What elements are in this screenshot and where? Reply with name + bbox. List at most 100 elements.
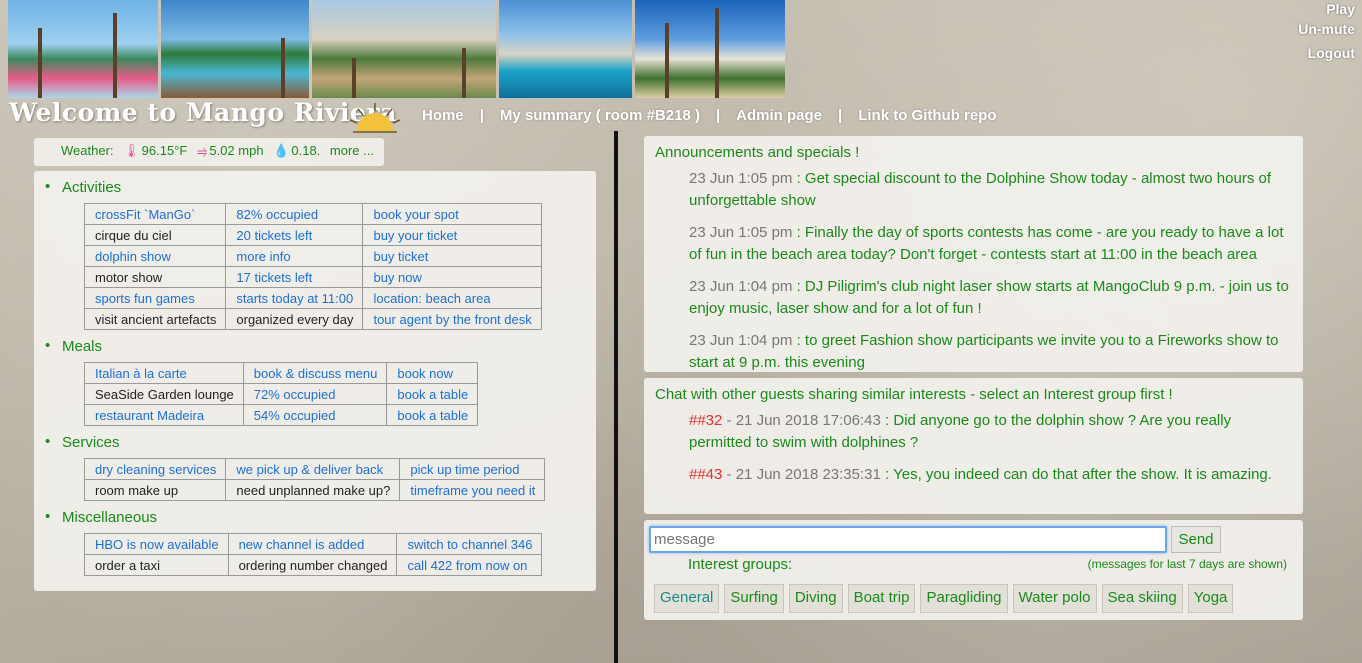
- activity-name[interactable]: crossFit `ManGo`: [83, 203, 227, 225]
- tab-general[interactable]: General: [654, 584, 720, 613]
- interest-group-tabs: General Surfing Diving Boat trip Paragli…: [654, 584, 1234, 613]
- meal-status[interactable]: book & discuss menu: [242, 362, 388, 384]
- meal-name: SeaSide Garden lounge: [84, 383, 244, 405]
- announcements-title: Announcements and specials !: [655, 144, 860, 161]
- sun-icon: [349, 103, 401, 133]
- chat-user-id: ##32: [689, 412, 723, 429]
- meal-status[interactable]: 54% occupied: [242, 404, 388, 426]
- section-activities-title: Activities: [45, 178, 121, 196]
- tab-boat-trip[interactable]: Boat trip: [847, 584, 916, 613]
- activity-status[interactable]: 82% occupied: [225, 203, 364, 225]
- message-composer: Send Interest groups: (messages for last…: [644, 520, 1303, 620]
- resort-photo: [499, 0, 632, 98]
- announcement-item: 23 Jun 1:05 pm : Get special discount to…: [689, 170, 1272, 209]
- meal-action[interactable]: book now: [386, 362, 479, 384]
- nav-github[interactable]: Link to Github repo: [858, 107, 996, 124]
- misc-action[interactable]: call 422 from now on: [396, 554, 543, 576]
- send-button[interactable]: Send: [1171, 526, 1221, 553]
- chat-message: ##32 - 21 Jun 2018 17:06:43 : Did anyone…: [689, 412, 1232, 451]
- misc-name[interactable]: HBO is now available: [84, 533, 229, 555]
- misc-status: ordering number changed: [227, 554, 398, 576]
- service-name: room make up: [83, 479, 227, 501]
- nav-admin[interactable]: Admin page: [736, 107, 822, 124]
- weather-more-link[interactable]: more ...: [330, 143, 374, 158]
- table-row: motor show 17 tickets left buy now: [83, 266, 542, 288]
- site-title: Welcome to Mango Riviera: [9, 98, 397, 127]
- table-row: room make up need unplanned make up? timef…: [83, 479, 546, 501]
- meal-name[interactable]: restaurant Madeira: [84, 404, 244, 426]
- misc-name: order a taxi: [84, 554, 229, 576]
- activity-status[interactable]: 20 tickets left: [225, 224, 364, 246]
- media-controls: Play Un-mute Logout: [1298, 0, 1355, 61]
- activity-action[interactable]: location: beach area: [362, 287, 542, 309]
- play-button[interactable]: Play: [1298, 1, 1355, 17]
- weather-rain: 0.18.: [291, 143, 321, 158]
- service-status: need unplanned make up?: [225, 479, 401, 501]
- resort-photo: [8, 0, 158, 98]
- chat-time: 21 Jun 2018 17:06:43: [735, 412, 881, 429]
- nav-my-summary[interactable]: My summary ( room #B218 ): [500, 107, 700, 124]
- tab-paragliding[interactable]: Paragliding: [920, 584, 1008, 613]
- chat-panel[interactable]: Chat with other guests sharing similar i…: [644, 378, 1303, 514]
- main-nav: Home | My summary ( room #B218 ) | Admin…: [422, 107, 997, 124]
- resort-photo: [635, 0, 785, 98]
- activity-status[interactable]: more info: [225, 245, 364, 267]
- nav-separator: |: [838, 107, 843, 124]
- message-input[interactable]: [649, 526, 1167, 553]
- meal-action[interactable]: book a table: [386, 404, 479, 426]
- service-status[interactable]: we pick up & deliver back: [225, 458, 401, 480]
- tab-diving[interactable]: Diving: [788, 584, 843, 613]
- table-row: sports fun games starts today at 11:00 loc…: [83, 287, 542, 309]
- unmute-button[interactable]: Un-mute: [1298, 21, 1355, 37]
- table-row: cirque du ciel 20 tickets left buy your ti…: [83, 224, 542, 246]
- table-row: restaurant Madeira 54% occupied book a tab…: [84, 404, 479, 426]
- resort-photo: [312, 0, 496, 98]
- section-services-title: Services: [45, 433, 119, 451]
- activity-status[interactable]: 17 tickets left: [225, 266, 364, 288]
- raindrop-icon: 💧: [273, 143, 290, 158]
- activity-name: cirque du ciel: [83, 224, 227, 246]
- activity-action[interactable]: buy now: [362, 266, 542, 288]
- resort-photo: [161, 0, 309, 98]
- activity-action[interactable]: book your spot: [362, 203, 542, 225]
- tab-yoga[interactable]: Yoga: [1187, 584, 1234, 613]
- nav-home[interactable]: Home: [422, 107, 464, 124]
- weather-wind: 5.02 mph: [209, 143, 264, 158]
- tab-water-polo[interactable]: Water polo: [1012, 584, 1097, 613]
- service-name[interactable]: dry cleaning services: [83, 458, 227, 480]
- activity-name: visit ancient artefacts: [83, 308, 227, 330]
- photo-strip: [8, 0, 785, 98]
- announcement-item: 23 Jun 1:04 pm : to greet Fashion show p…: [689, 332, 1279, 371]
- chat-time: 21 Jun 2018 23:35:31: [735, 466, 881, 483]
- misc-action[interactable]: switch to channel 346: [396, 533, 543, 555]
- activity-action[interactable]: tour agent by the front desk: [362, 308, 542, 330]
- table-row: HBO is now available new channel is added…: [84, 533, 543, 555]
- section-misc-title: Miscellaneous: [45, 508, 157, 526]
- meal-status[interactable]: 72% occupied: [242, 383, 388, 405]
- activity-name[interactable]: dolphin show: [83, 245, 227, 267]
- activity-action[interactable]: buy your ticket: [362, 224, 542, 246]
- announcement-time: 23 Jun 1:04 pm: [689, 278, 793, 295]
- column-divider: [614, 131, 618, 663]
- activity-action[interactable]: buy ticket: [362, 245, 542, 267]
- meal-action[interactable]: book a table: [386, 383, 479, 405]
- service-action[interactable]: pick up time period: [399, 458, 546, 480]
- activity-status[interactable]: starts today at 11:00: [225, 287, 364, 309]
- misc-table: HBO is now available new channel is added…: [84, 533, 543, 576]
- chat-message: ##43 - 21 Jun 2018 23:35:31 : Yes, you i…: [689, 466, 1272, 483]
- announcement-time: 23 Jun 1:05 pm: [689, 170, 793, 187]
- logout-button[interactable]: Logout: [1298, 45, 1355, 61]
- tab-sea-skiing[interactable]: Sea skiing: [1101, 584, 1183, 613]
- table-row: crossFit `ManGo` 82% occupied book your sp…: [83, 203, 542, 225]
- activity-name[interactable]: sports fun games: [83, 287, 227, 309]
- meal-name[interactable]: Italian à la carte: [84, 362, 244, 384]
- service-action[interactable]: timeframe you need it: [399, 479, 546, 501]
- table-row: visit ancient artefacts organized every d…: [83, 308, 542, 330]
- thermometer-icon: 🌡: [123, 143, 140, 158]
- weather-bar: Weather: 🌡 96.15°F ⥤ 5.02 mph 💧 0.18. more …: [34, 138, 384, 166]
- weather-label: Weather:: [61, 143, 114, 158]
- section-meals-title: Meals: [45, 337, 102, 355]
- misc-status[interactable]: new channel is added: [227, 533, 398, 555]
- tab-surfing[interactable]: Surfing: [724, 584, 784, 613]
- announcements-panel[interactable]: Announcements and specials ! 23 Jun 1:05…: [644, 136, 1303, 372]
